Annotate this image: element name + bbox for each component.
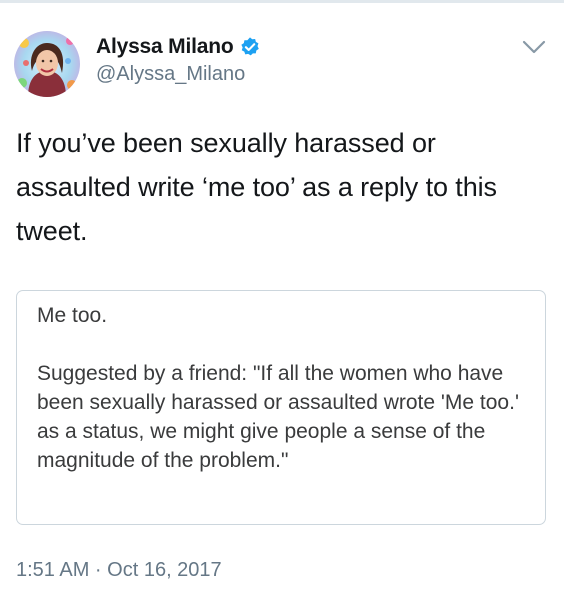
author-name-row: Alyssa Milano bbox=[96, 33, 261, 61]
avatar-image bbox=[14, 31, 80, 97]
tweet: Alyssa Milano @Alyssa_Milano If you’ve b… bbox=[0, 0, 564, 600]
chevron-down-icon[interactable] bbox=[520, 36, 548, 58]
attached-text-body: Suggested by a friend: "If all the women… bbox=[37, 362, 519, 472]
tweet-text: If you’ve been sexually harassed or assa… bbox=[16, 128, 497, 246]
tweet-timestamp[interactable]: 1:51 AM · Oct 16, 2017 bbox=[16, 559, 222, 582]
author-display-name[interactable]: Alyssa Milano bbox=[96, 35, 234, 59]
attached-text-card[interactable]: Me too. Suggested by a friend: "If all t… bbox=[16, 290, 546, 525]
attached-text-spacer bbox=[37, 330, 533, 359]
tweet-author: Alyssa Milano @Alyssa_Milano bbox=[96, 33, 261, 86]
attached-text-first-line: Me too. bbox=[37, 304, 108, 327]
verified-badge-icon bbox=[239, 36, 261, 58]
author-handle[interactable]: @Alyssa_Milano bbox=[96, 63, 261, 86]
attached-text: Me too. Suggested by a friend: "If all t… bbox=[37, 301, 533, 475]
avatar[interactable] bbox=[14, 31, 80, 97]
